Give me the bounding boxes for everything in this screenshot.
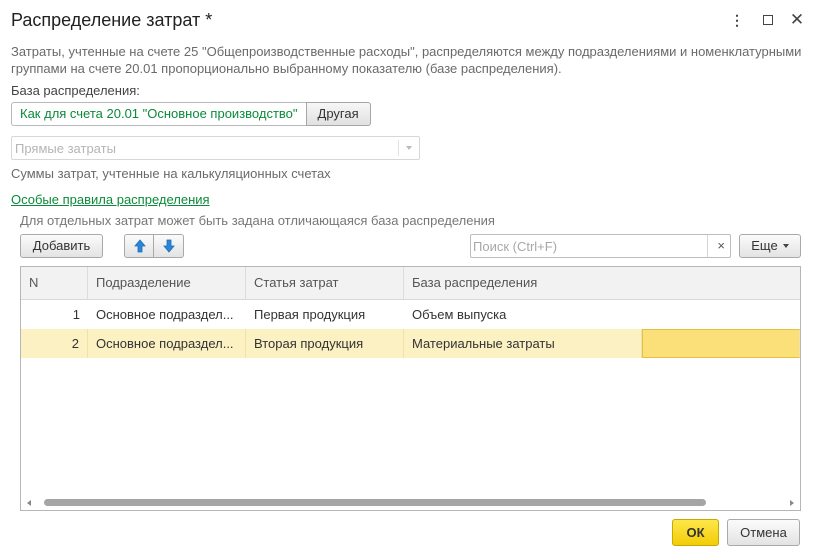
search-box: ×: [470, 234, 731, 258]
move-up-button[interactable]: [124, 234, 154, 258]
close-icon[interactable]: ✕: [788, 10, 806, 30]
column-header-base[interactable]: База распределения: [404, 267, 800, 299]
cancel-button[interactable]: Отмена: [727, 519, 800, 546]
base-combo[interactable]: Прямые затраты: [11, 136, 420, 160]
ok-button[interactable]: ОК: [672, 519, 719, 546]
window-title: Распределение затрат *: [11, 10, 213, 30]
chevron-down-icon: [782, 243, 789, 248]
cell-base: Материальные затраты: [404, 329, 642, 358]
more-button[interactable]: Еще: [739, 234, 801, 258]
add-button[interactable]: Добавить: [20, 234, 103, 258]
horizontal-scrollbar[interactable]: [21, 497, 800, 510]
special-rules-hint: Для отдельных затрат может быть задана о…: [20, 213, 495, 228]
scroll-left-icon[interactable]: [27, 500, 31, 506]
cell-n: 2: [21, 329, 88, 358]
chevron-down-icon[interactable]: [406, 146, 412, 150]
base-label: База распределения:: [11, 83, 140, 98]
cell-cost-item: Вторая продукция: [246, 329, 404, 358]
combo-divider: [398, 140, 399, 156]
cell-base: Объем выпуска: [412, 307, 507, 322]
more-button-label: Еще: [751, 238, 778, 253]
base-option-as-20-01[interactable]: Как для счета 20.01 "Основное производст…: [11, 102, 306, 126]
cell-cost-item: Первая продукция: [254, 307, 366, 322]
table-row[interactable]: 1 Основное подраздел... Первая продукция…: [21, 300, 800, 329]
arrow-down-icon: [163, 239, 175, 253]
table-row[interactable]: 2 Основное подраздел... Вторая продукция…: [21, 329, 800, 358]
base-selector: Как для счета 20.01 "Основное производст…: [11, 102, 371, 126]
focused-cell[interactable]: [642, 329, 800, 358]
form-description: Затраты, учтенные на счете 25 "Общепроиз…: [11, 44, 802, 76]
base-combo-value: Прямые затраты: [15, 141, 116, 156]
base-combo-hint: Суммы затрат, учтенные на калькуляционны…: [11, 166, 331, 181]
maximize-icon[interactable]: [759, 10, 777, 30]
search-divider: [707, 235, 708, 257]
special-rules-link[interactable]: Особые правила распределения: [11, 192, 210, 207]
clear-icon[interactable]: ×: [717, 238, 725, 253]
column-header-cost-item[interactable]: Статья затрат: [246, 267, 404, 299]
scrollbar-thumb[interactable]: [44, 499, 706, 506]
scroll-right-icon[interactable]: [790, 500, 794, 506]
cell-n: 1: [72, 307, 80, 322]
move-down-button[interactable]: [153, 234, 184, 258]
column-header-n[interactable]: N: [21, 267, 88, 299]
search-input[interactable]: [471, 235, 709, 257]
vertical-dots-icon[interactable]: ⋮: [728, 10, 746, 30]
cell-department: Основное подраздел...: [88, 329, 246, 358]
cell-department: Основное подраздел...: [96, 307, 234, 322]
distribution-rules-table: N Подразделение Статья затрат База распр…: [20, 266, 801, 511]
base-option-other[interactable]: Другая: [305, 102, 371, 126]
column-header-department[interactable]: Подразделение: [88, 267, 246, 299]
arrow-up-icon: [134, 239, 146, 253]
table-header: N Подразделение Статья затрат База распр…: [21, 267, 800, 300]
